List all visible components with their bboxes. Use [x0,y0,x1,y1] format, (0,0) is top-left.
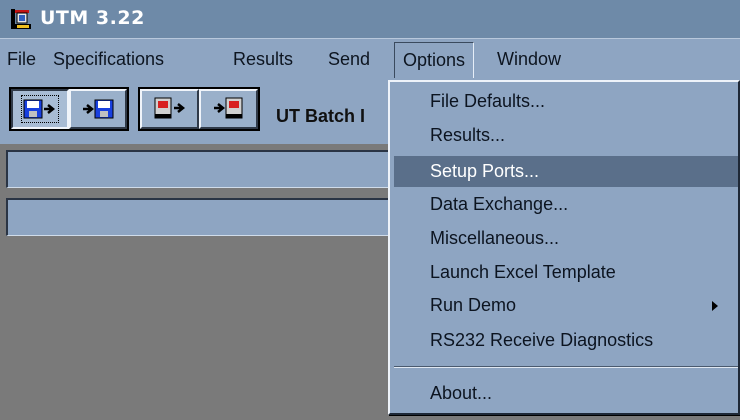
save-to-disk-icon [21,95,59,123]
menu-item-miscellaneous[interactable]: Miscellaneous... [394,223,738,254]
menu-item-file-defaults[interactable]: File Defaults... [394,86,738,117]
load-from-disk-button[interactable] [69,89,127,129]
menu-results[interactable]: Results [233,39,293,79]
save-to-disk-button[interactable] [11,89,69,129]
toolbar-group-file [9,87,129,131]
options-dropdown-menu: File Defaults... Results... Setup Ports.… [388,80,740,415]
menu-item-results[interactable]: Results... [394,120,738,151]
title-bar: UTM 3.22 [0,0,740,38]
menu-item-about[interactable]: About... [394,378,738,409]
menu-item-rs232-receive-diagnostics[interactable]: RS232 Receive Diagnostics [394,325,738,356]
menu-window[interactable]: Window [497,39,561,79]
receive-from-device-icon [213,97,242,119]
app-logo-icon [9,7,33,31]
menu-file[interactable]: File [7,39,36,79]
menu-item-run-demo-label: Run Demo [430,295,517,315]
send-to-device-button[interactable] [140,89,199,129]
receive-from-device-button[interactable] [199,89,258,129]
menu-item-data-exchange[interactable]: Data Exchange... [394,189,738,220]
menu-item-launch-excel-template[interactable]: Launch Excel Template [394,257,738,288]
menu-specifications[interactable]: Specifications [53,39,164,79]
menu-options[interactable]: Options [394,42,475,78]
menu-bar: File Specifications Results Send Options… [0,38,740,79]
submenu-arrow-icon [712,301,718,311]
toolbar-group-device [138,87,260,131]
send-to-device-icon [154,97,185,119]
window-title: UTM 3.22 [40,7,145,29]
menu-send[interactable]: Send [328,39,370,79]
menu-separator [394,366,738,368]
batch-label: UT Batch I [276,106,366,126]
menu-item-run-demo[interactable]: Run Demo [394,290,738,321]
menu-item-setup-ports[interactable]: Setup Ports... [394,156,738,187]
load-from-disk-icon [83,99,114,119]
